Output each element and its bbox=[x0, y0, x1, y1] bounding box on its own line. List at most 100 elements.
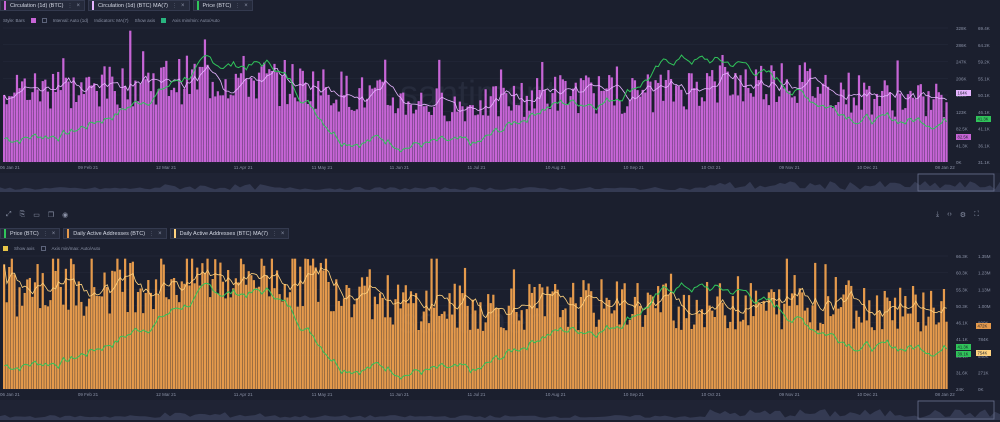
bar bbox=[924, 325, 928, 389]
eye-icon[interactable]: ◉ bbox=[62, 211, 68, 221]
axis-tick-label: 31.1K bbox=[978, 160, 990, 165]
bar bbox=[507, 106, 510, 162]
bar bbox=[417, 101, 420, 162]
bar bbox=[633, 80, 637, 162]
color-swatch[interactable] bbox=[3, 245, 8, 251]
show-axis-toggle[interactable]: Show axis bbox=[135, 18, 156, 23]
metric-tab[interactable]: Circulation (1d) (BTC) MA(7) ⋮ × bbox=[88, 0, 190, 11]
bar bbox=[309, 101, 312, 162]
fullscreen-icon[interactable]: ⛶ bbox=[974, 211, 979, 221]
bar bbox=[891, 320, 894, 389]
bar bbox=[317, 80, 320, 162]
bar bbox=[67, 309, 70, 389]
link-icon[interactable]: ⎘ bbox=[20, 211, 26, 221]
copy-icon[interactable]: ❐ bbox=[48, 211, 54, 221]
axis-mode-selector[interactable]: Axis min/max: Auto/Auto bbox=[52, 246, 101, 251]
bar bbox=[826, 86, 830, 162]
bar bbox=[435, 88, 438, 162]
interval-icon bbox=[41, 17, 47, 23]
bar bbox=[275, 270, 279, 389]
bar bbox=[342, 95, 346, 162]
show-axis-toggle[interactable]: Show axis bbox=[14, 246, 35, 251]
more-icon[interactable]: ⋮ bbox=[235, 3, 240, 9]
close-icon[interactable]: × bbox=[158, 231, 162, 237]
x-tick-label: 10 Aug 21 bbox=[545, 392, 566, 397]
bar bbox=[335, 279, 338, 389]
bar bbox=[731, 94, 734, 162]
color-swatch[interactable] bbox=[30, 17, 36, 23]
close-icon[interactable]: × bbox=[52, 231, 56, 237]
close-icon[interactable]: × bbox=[181, 3, 185, 9]
bar bbox=[178, 302, 181, 389]
comment-icon[interactable]: ▭ bbox=[33, 211, 40, 221]
axis-tick-label: 784K bbox=[978, 337, 989, 342]
bar bbox=[489, 303, 492, 389]
close-icon[interactable]: × bbox=[281, 231, 285, 237]
close-icon[interactable]: × bbox=[244, 3, 248, 9]
bar bbox=[703, 101, 706, 162]
bar bbox=[108, 313, 111, 389]
bar bbox=[466, 305, 469, 389]
bar bbox=[772, 71, 776, 162]
bar bbox=[214, 96, 217, 162]
bottom-chart[interactable]: santiment66.3K60.3K55.3K50.3K46.1K41.1K3… bbox=[0, 254, 1000, 402]
bar bbox=[242, 264, 245, 389]
download-icon[interactable]: ⤓ bbox=[936, 211, 939, 221]
bar bbox=[59, 90, 62, 162]
bar bbox=[466, 106, 469, 162]
show-axis-checkbox[interactable] bbox=[40, 245, 46, 251]
close-icon[interactable]: × bbox=[76, 3, 80, 9]
bar bbox=[252, 280, 255, 389]
style-selector[interactable]: Style: Bars bbox=[3, 18, 25, 23]
bar bbox=[152, 73, 155, 162]
bar bbox=[548, 109, 552, 162]
metric-tab[interactable]: Price (BTC) ⋮ × bbox=[0, 228, 61, 239]
bar bbox=[566, 326, 570, 389]
metric-tab[interactable]: Circulation (1d) (BTC) ⋮ × bbox=[0, 0, 85, 11]
embed-icon[interactable]: ‹› bbox=[947, 211, 952, 221]
show-axis-checkbox[interactable] bbox=[161, 17, 167, 23]
bar bbox=[239, 73, 243, 162]
bar bbox=[778, 289, 781, 389]
metric-label: Circulation (1d) (BTC) MA(7) bbox=[98, 2, 168, 9]
bar bbox=[170, 279, 173, 389]
interval-selector[interactable]: Interval: Auto (1d) bbox=[53, 18, 89, 23]
bar bbox=[497, 308, 500, 389]
more-icon[interactable]: ⋮ bbox=[172, 3, 177, 9]
bar bbox=[134, 80, 137, 162]
bar bbox=[639, 305, 642, 389]
bar bbox=[649, 294, 652, 389]
metric-tab[interactable]: Daily Active Addresses (BTC) MA(7) ⋮ × bbox=[169, 228, 290, 239]
bar bbox=[131, 261, 134, 389]
bar bbox=[569, 96, 572, 162]
bar bbox=[749, 93, 752, 162]
bar bbox=[54, 91, 57, 162]
expand-icon[interactable]: ⤢ bbox=[6, 211, 12, 221]
bar bbox=[203, 272, 207, 389]
bar bbox=[31, 296, 34, 389]
more-icon[interactable]: ⋮ bbox=[67, 3, 72, 9]
bar bbox=[682, 294, 685, 389]
bar bbox=[914, 99, 917, 162]
bottom-navigator[interactable] bbox=[0, 400, 1000, 422]
settings-icon[interactable]: ⚙ bbox=[960, 211, 966, 221]
top-navigator[interactable] bbox=[0, 173, 1000, 193]
top-chart[interactable]: santiment328K286K247K206K164K123K82.5K41… bbox=[0, 26, 1000, 191]
bar bbox=[881, 90, 884, 162]
axis-mode-selector[interactable]: Axis min/min: Auto/Auto bbox=[172, 18, 220, 23]
metric-tab[interactable]: Price (BTC) ⋮ × bbox=[192, 0, 253, 11]
metric-tab[interactable]: Daily Active Addresses (BTC) ⋮ × bbox=[63, 228, 167, 239]
more-icon[interactable]: ⋮ bbox=[43, 231, 48, 237]
more-icon[interactable]: ⋮ bbox=[149, 231, 154, 237]
bar bbox=[13, 92, 16, 162]
bar bbox=[543, 89, 546, 162]
more-icon[interactable]: ⋮ bbox=[272, 231, 277, 237]
bar bbox=[296, 101, 299, 162]
axis-tick-label: 55.3K bbox=[956, 287, 968, 292]
bar bbox=[479, 302, 482, 389]
bar bbox=[881, 329, 884, 389]
bar bbox=[337, 300, 340, 389]
indicators-selector[interactable]: Indicators: MA(7) bbox=[94, 18, 128, 23]
bar bbox=[721, 54, 724, 163]
bar bbox=[286, 104, 289, 162]
